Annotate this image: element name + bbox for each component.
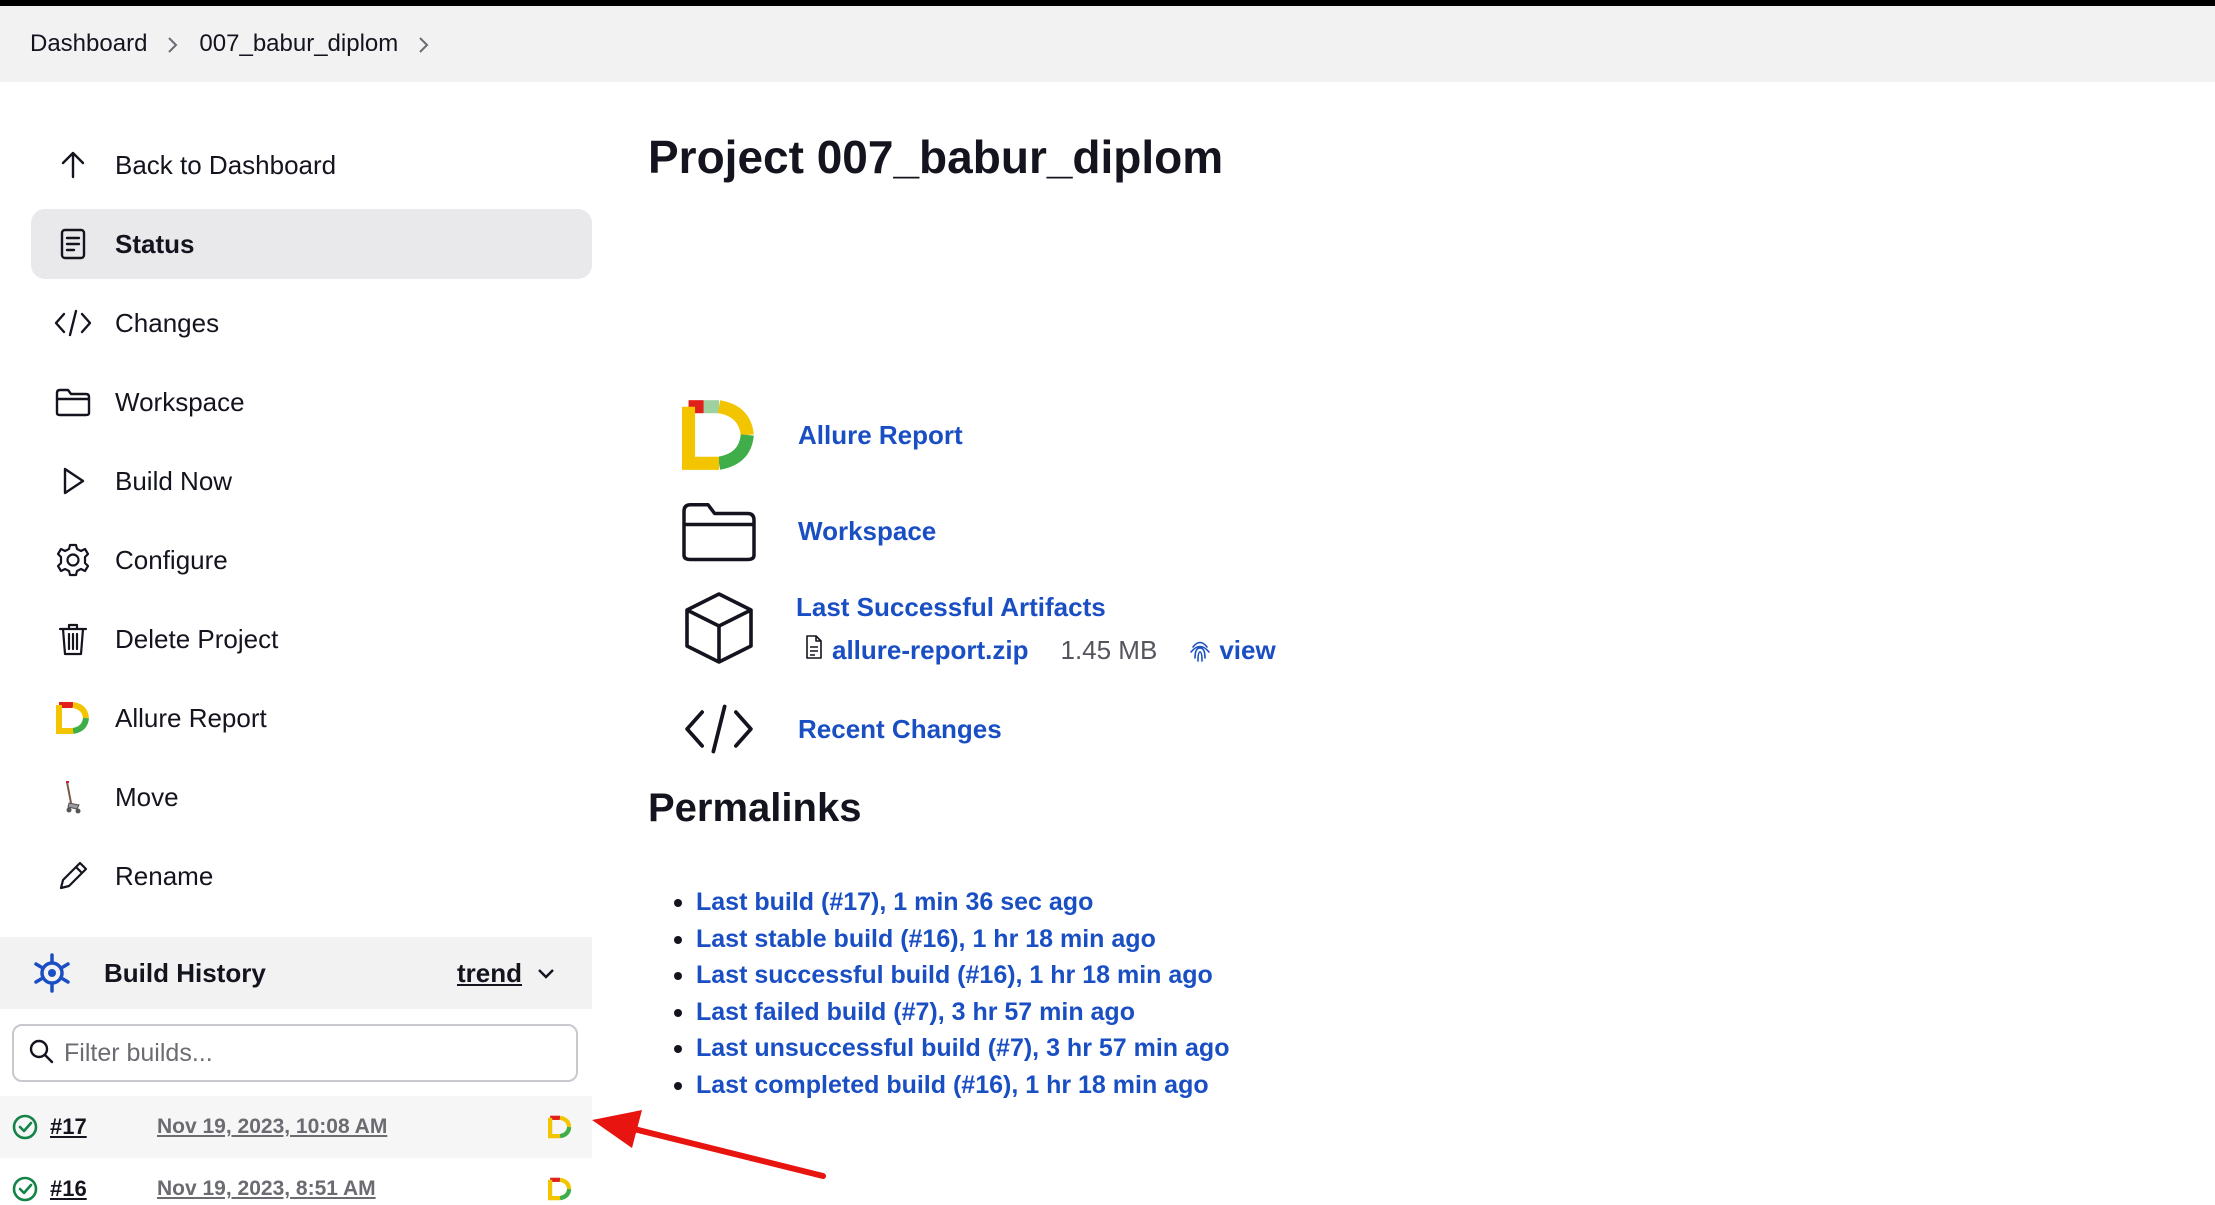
trend-link[interactable]: trend — [457, 958, 522, 989]
code-icon — [31, 307, 115, 339]
permalinks-list: Last build (#17), 1 min 36 sec ago Last … — [673, 884, 1229, 1104]
permalink-last-completed-build[interactable]: Last completed build (#16), 1 hr 18 min … — [673, 1067, 1229, 1104]
main-panel: Project 007_babur_diplom — [648, 130, 1223, 184]
gear-icon — [31, 542, 115, 578]
filter-builds-input[interactable] — [64, 1038, 544, 1068]
filter-builds-field[interactable] — [12, 1024, 578, 1082]
breadcrumb-dashboard[interactable]: Dashboard — [30, 30, 147, 58]
success-icon — [0, 1113, 50, 1141]
last-successful-artifacts-link[interactable]: Last Successful Artifacts — [796, 592, 1106, 623]
code-icon — [674, 684, 764, 774]
sidebar-item-label: Allure Report — [115, 702, 267, 733]
allure-icon[interactable] — [547, 1177, 573, 1201]
sidebar-item-label: Status — [115, 228, 195, 259]
build-row: #16 Nov 19, 2023, 8:51 AM — [0, 1158, 592, 1205]
success-icon — [0, 1175, 50, 1203]
page-title: Project 007_babur_diplom — [648, 131, 1224, 183]
file-icon — [804, 634, 824, 667]
folder-icon — [674, 486, 764, 576]
sidebar-item-label: Workspace — [115, 386, 245, 417]
sidebar-item-label: Back to Dashboard — [115, 149, 337, 180]
breadcrumb-project[interactable]: 007_babur_diplom — [199, 30, 398, 58]
sidebar-item-allure-report[interactable]: Allure Report — [31, 683, 592, 753]
sidebar-item-changes[interactable]: Changes — [31, 288, 592, 358]
artifacts-link-row — [674, 583, 764, 673]
chevron-down-icon[interactable] — [536, 966, 556, 980]
artifact-entry: allure-report.zip 1.45 MB view — [804, 634, 1276, 667]
chevron-right-icon — [147, 30, 199, 58]
sidebar-item-back-to-dashboard[interactable]: Back to Dashboard — [31, 130, 592, 200]
allure-report-link-row[interactable]: Allure Report — [674, 390, 963, 480]
permalink-last-successful-build[interactable]: Last successful build (#16), 1 hr 18 min… — [673, 957, 1229, 994]
sidebar-item-delete-project[interactable]: Delete Project — [31, 604, 592, 674]
document-icon — [31, 227, 115, 261]
workspace-link[interactable]: Workspace — [798, 516, 936, 547]
play-icon — [31, 465, 115, 497]
annotation-arrow — [592, 1110, 826, 1179]
allure-icon — [674, 390, 764, 480]
sidebar-item-label: Rename — [115, 860, 214, 891]
allure-icon[interactable] — [547, 1115, 573, 1139]
fingerprint-view-link[interactable]: view — [1219, 635, 1275, 666]
sidebar-item-configure[interactable]: Configure — [31, 525, 592, 595]
sidebar-item-label: Build Now — [115, 465, 233, 496]
sidebar-item-rename[interactable]: Rename — [31, 841, 592, 911]
build-date-link[interactable]: Nov 19, 2023, 10:08 AM — [157, 1115, 547, 1139]
build-history-title: Build History — [104, 957, 266, 988]
fingerprint-icon[interactable] — [1189, 638, 1211, 664]
allure-icon — [31, 701, 115, 735]
sidebar-item-build-now[interactable]: Build Now — [31, 446, 592, 516]
artifact-size: 1.45 MB — [1060, 635, 1158, 665]
permalink-last-failed-build[interactable]: Last failed build (#7), 3 hr 57 min ago — [673, 994, 1229, 1031]
build-number-link[interactable]: #16 — [50, 1176, 157, 1202]
sidebar-item-label: Changes — [115, 307, 220, 338]
recent-changes-link-row[interactable]: Recent Changes — [674, 684, 1002, 774]
sidebar-item-workspace[interactable]: Workspace — [31, 367, 592, 437]
folder-icon — [31, 386, 115, 418]
search-icon — [28, 1038, 54, 1069]
sidebar-item-status[interactable]: Status — [31, 209, 592, 279]
sidebar-item-label: Configure — [115, 544, 228, 575]
permalinks-heading: Permalinks — [648, 786, 862, 830]
build-history-header: Build History trend — [0, 937, 592, 1009]
package-icon — [674, 583, 764, 673]
pencil-icon — [31, 859, 115, 893]
sidebar-item-move[interactable]: Move — [31, 762, 592, 832]
recent-changes-link[interactable]: Recent Changes — [798, 714, 1002, 745]
permalink-last-build[interactable]: Last build (#17), 1 min 36 sec ago — [673, 884, 1229, 921]
build-row: #17 Nov 19, 2023, 10:08 AM — [0, 1096, 592, 1158]
build-history-icon — [0, 953, 104, 993]
allure-report-link[interactable]: Allure Report — [798, 420, 963, 451]
build-date-link[interactable]: Nov 19, 2023, 8:51 AM — [157, 1177, 547, 1201]
artifact-file-link[interactable]: allure-report.zip — [832, 635, 1028, 666]
permalink-last-unsuccessful-build[interactable]: Last unsuccessful build (#7), 3 hr 57 mi… — [673, 1030, 1229, 1067]
sidebar-item-label: Move — [115, 781, 179, 812]
chevron-right-icon[interactable] — [398, 30, 450, 58]
permalink-last-stable-build[interactable]: Last stable build (#16), 1 hr 18 min ago — [673, 921, 1229, 958]
move-icon — [31, 779, 115, 815]
workspace-link-row[interactable]: Workspace — [674, 486, 936, 576]
build-number-link[interactable]: #17 — [50, 1114, 157, 1140]
trash-icon — [31, 621, 115, 657]
arrow-up-icon — [31, 149, 115, 181]
breadcrumb: Dashboard 007_babur_diplom — [0, 6, 2215, 82]
sidebar-item-label: Delete Project — [115, 623, 279, 654]
side-panel: Back to Dashboard Status Changes Workspa… — [31, 130, 592, 920]
